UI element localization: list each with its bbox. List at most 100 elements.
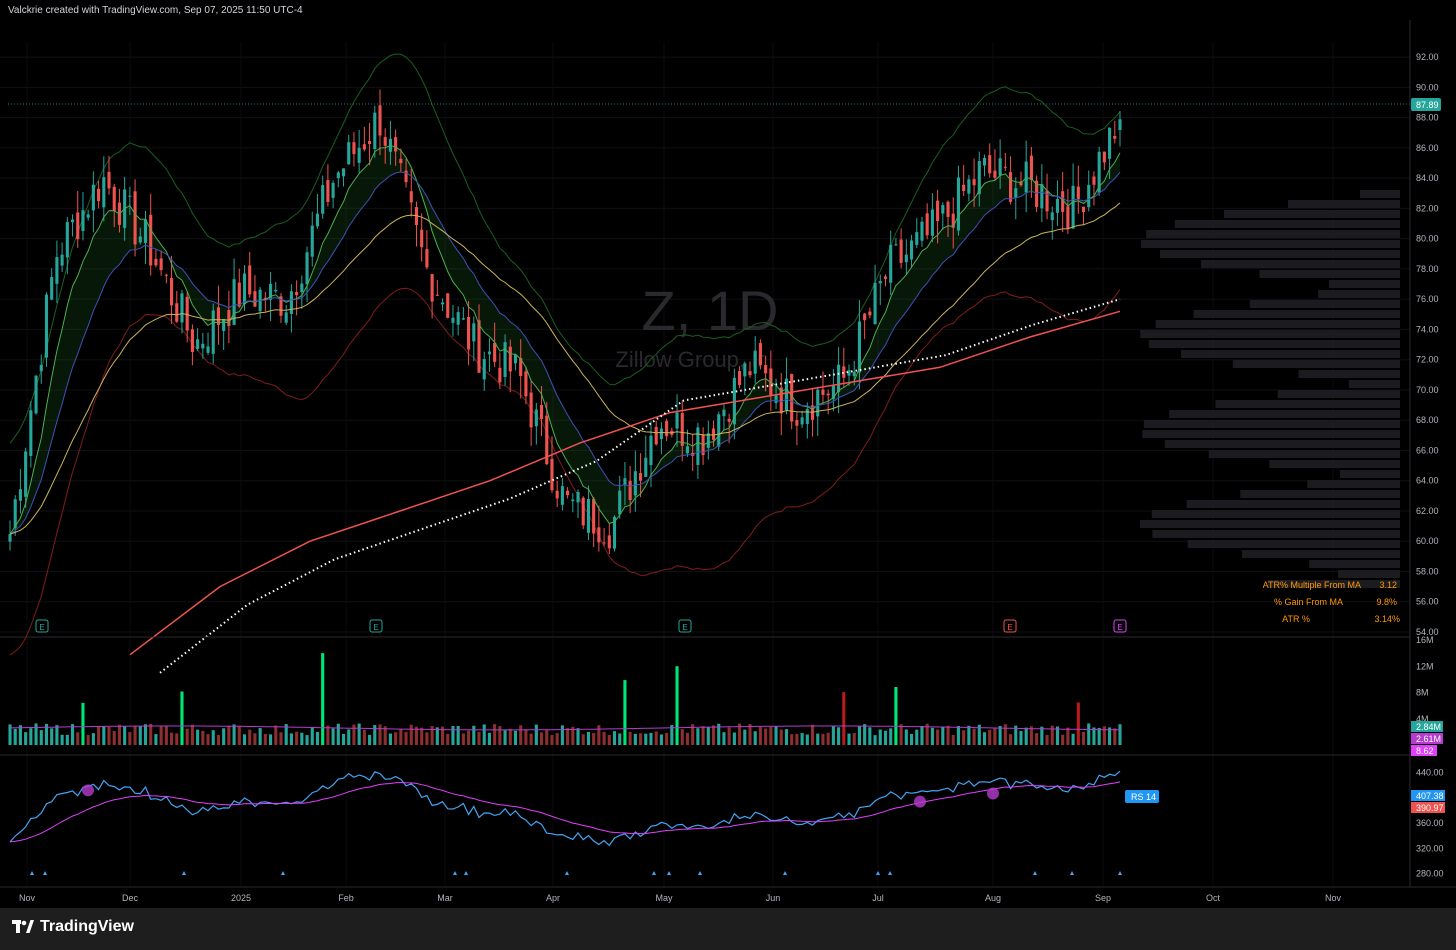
volume-bar [185, 728, 189, 745]
candle-body [44, 294, 49, 358]
volume-bar [451, 726, 455, 745]
candle-body [566, 490, 570, 496]
candle-body [493, 342, 497, 362]
tradingview-brand[interactable]: TradingView [12, 918, 134, 936]
candle-body [81, 210, 85, 232]
volume-profile-bar [1140, 330, 1400, 338]
watermark-name: Zillow Group, Ir [615, 347, 764, 372]
rs-signal-arrow [43, 871, 47, 875]
volume-profile-bar [1259, 270, 1400, 278]
rs-line [9, 770, 1121, 847]
candle-body [143, 219, 148, 243]
volume-bar [946, 725, 950, 745]
candle-body [529, 392, 533, 428]
candle-body [300, 283, 304, 293]
candle-body [883, 276, 888, 279]
candle-body [467, 317, 471, 350]
candle-body [274, 289, 278, 292]
volume-profile-bar [1337, 570, 1400, 578]
price-tick-label: 90.00 [1416, 82, 1439, 92]
volume-bar [519, 725, 523, 745]
price-tick-label: 86.00 [1416, 143, 1439, 153]
candle-body [706, 433, 710, 448]
candle-body [91, 184, 95, 211]
volume-bar [117, 724, 121, 745]
candle-body [39, 364, 43, 372]
tradingview-logo-icon [12, 920, 34, 934]
time-axis[interactable]: Nov Dec 2025 Feb Mar Apr May Jun Jul Aug Sep Oct Nov [19, 893, 1342, 903]
price-tick-label: 66.00 [1416, 445, 1439, 455]
candle-body [993, 170, 997, 178]
volume-bar [357, 723, 361, 745]
volume-bar [534, 724, 538, 745]
volume-bar [816, 733, 820, 745]
volume-bar [795, 733, 799, 745]
volume-bar [633, 733, 637, 745]
rs-signal-arrow [1118, 871, 1122, 875]
candle-body [586, 498, 591, 533]
volume-profile-bar [1223, 210, 1400, 218]
volume-bar [138, 726, 142, 745]
volume-bar [826, 732, 830, 745]
candle-body [1108, 127, 1112, 159]
volume-bar [201, 730, 205, 745]
volume-bar [206, 734, 210, 745]
volume-bar [1071, 733, 1075, 745]
volume-axis[interactable]: 16M12M8M4M [1416, 635, 1434, 724]
volume-bar [81, 702, 85, 745]
time-tick-label: Dec [122, 893, 139, 903]
candle-body [602, 542, 606, 544]
volume-bar [899, 724, 903, 745]
volume-profile-bar [1240, 490, 1400, 498]
volume-bar [409, 724, 413, 745]
candle-body [112, 186, 116, 212]
chart-svg[interactable]: Z, 1D Zillow Group, Ir E E E E E ATR% Multip… [0, 20, 1456, 908]
chart-container[interactable]: Z, 1D Zillow Group, Ir E E E E E ATR% Multip… [0, 20, 1456, 908]
candle-body [748, 371, 752, 376]
volume-bar [956, 726, 961, 745]
volume-bar [790, 734, 794, 745]
stat-value-gain: 9.8% [1376, 597, 1397, 607]
rs-new-high-dot [82, 784, 94, 797]
candle-body [576, 491, 580, 503]
candle-body [420, 229, 424, 248]
volume-bar [550, 735, 554, 745]
candle-body [50, 277, 54, 300]
volume-bar [362, 729, 366, 745]
candle-body [1087, 184, 1091, 208]
rs-series-badge: RS 14 [1131, 792, 1156, 802]
volume-bar [639, 733, 643, 745]
volume-bar [196, 729, 200, 745]
candle-body [362, 144, 366, 150]
candle-body [524, 371, 528, 397]
candle-body [899, 239, 903, 263]
volume-bar [1009, 734, 1013, 745]
volume-badge-1: 2.84M [1416, 722, 1441, 732]
candle-body [128, 195, 132, 197]
price-axis[interactable]: 92.00 90.00 88.00 86.00 84.00 82.00 80.00 78.00… [1416, 52, 1439, 637]
candle-body [774, 395, 778, 403]
price-tick-label: 84.00 [1416, 173, 1439, 183]
candle-body [1081, 206, 1086, 213]
price-tick-label: 56.00 [1416, 597, 1439, 607]
candle-body [649, 435, 653, 466]
volume-bar [211, 730, 215, 745]
candle-body [597, 527, 601, 543]
candle-body [743, 363, 747, 377]
candle-body [915, 232, 919, 245]
volume-profile-bar [1298, 370, 1400, 378]
volume-profile-bar [1277, 390, 1400, 398]
volume-bar [326, 725, 330, 745]
volume-bar [180, 691, 184, 745]
candle-body [169, 278, 174, 306]
volume-bar [190, 724, 194, 745]
candle-body [826, 393, 830, 396]
candle-body [97, 188, 101, 202]
rs-axis[interactable]: 440.00 360.00 320.00 280.00 [1416, 768, 1444, 879]
volume-profile-bar [1269, 460, 1400, 468]
volume-bar [279, 732, 283, 745]
volume-profile-bar [1140, 520, 1400, 528]
volume-profile [1140, 190, 1400, 588]
candle-body [962, 184, 966, 191]
volume-bar [915, 729, 919, 745]
